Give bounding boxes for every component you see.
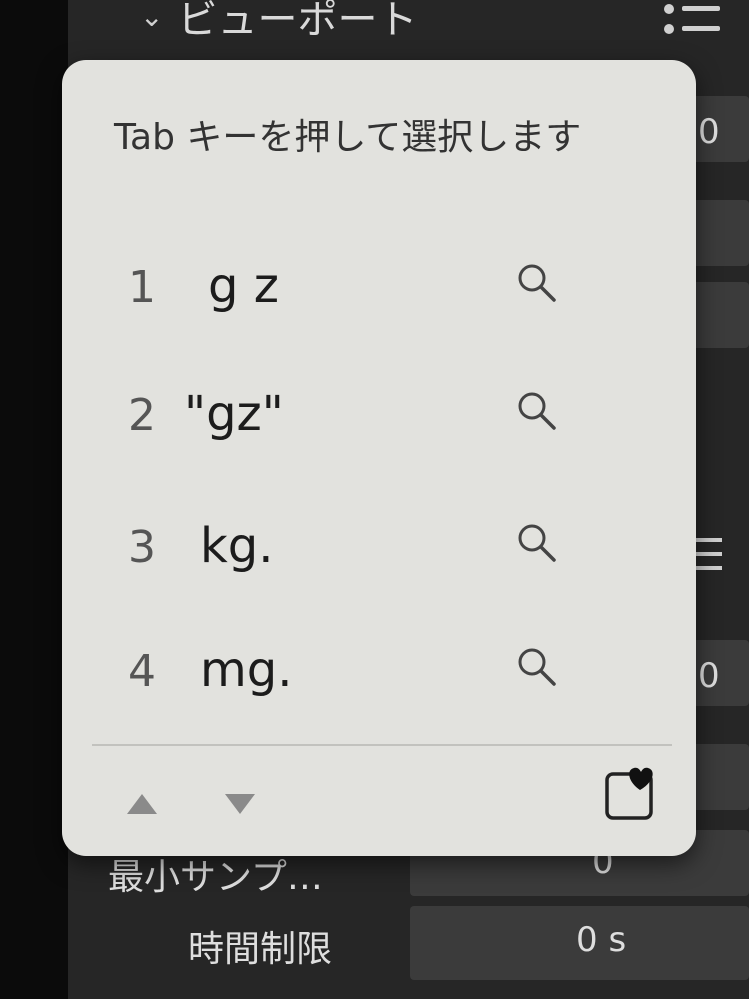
left-sidebar-strip	[0, 0, 68, 999]
time-limit-value: 0 s	[576, 920, 627, 960]
candidate-text: g z	[208, 258, 279, 314]
viewport-section-header[interactable]: ⌄ ビューポート	[140, 0, 417, 46]
search-icon[interactable]	[514, 644, 560, 690]
time-limit-label: 時間制限	[188, 929, 333, 970]
triangle-up-icon[interactable]	[124, 790, 160, 818]
search-icon[interactable]	[514, 520, 560, 566]
candidate-number: 1	[128, 262, 156, 313]
field-value: 0	[698, 112, 720, 152]
list-icon[interactable]	[696, 532, 736, 576]
candidate-item[interactable]: 2 "gz"	[128, 380, 648, 460]
candidate-text: mg.	[200, 642, 293, 698]
candidate-text: kg.	[200, 518, 274, 574]
candidate-number: 3	[128, 522, 156, 573]
candidate-number: 2	[128, 390, 156, 441]
popup-title: Tab キーを押して選択します	[114, 117, 582, 158]
search-icon[interactable]	[514, 388, 560, 434]
field-value: 0	[698, 656, 720, 696]
screen: ⌄ ビューポート 0 0 最小サンプ… 0 時間制限 0 s Tab キーを押し…	[0, 0, 749, 999]
search-icon[interactable]	[514, 260, 560, 306]
ime-candidate-popup: Tab キーを押して選択します 1 g z 2 "gz" 3 kg. 4 mg.	[62, 60, 696, 856]
popup-divider	[92, 744, 672, 746]
candidate-item[interactable]: 3 kg.	[128, 512, 648, 592]
section-title: ビューポート	[177, 0, 418, 43]
candidate-text: "gz"	[184, 386, 284, 442]
chevron-down-icon[interactable]: ⌄	[140, 0, 163, 33]
candidate-number: 4	[128, 646, 156, 697]
candidate-item[interactable]: 1 g z	[128, 252, 648, 332]
triangle-down-icon[interactable]	[222, 790, 258, 818]
heart-pin-icon[interactable]	[602, 760, 664, 822]
candidate-item[interactable]: 4 mg.	[128, 636, 648, 716]
list-menu-icon[interactable]	[662, 0, 724, 38]
